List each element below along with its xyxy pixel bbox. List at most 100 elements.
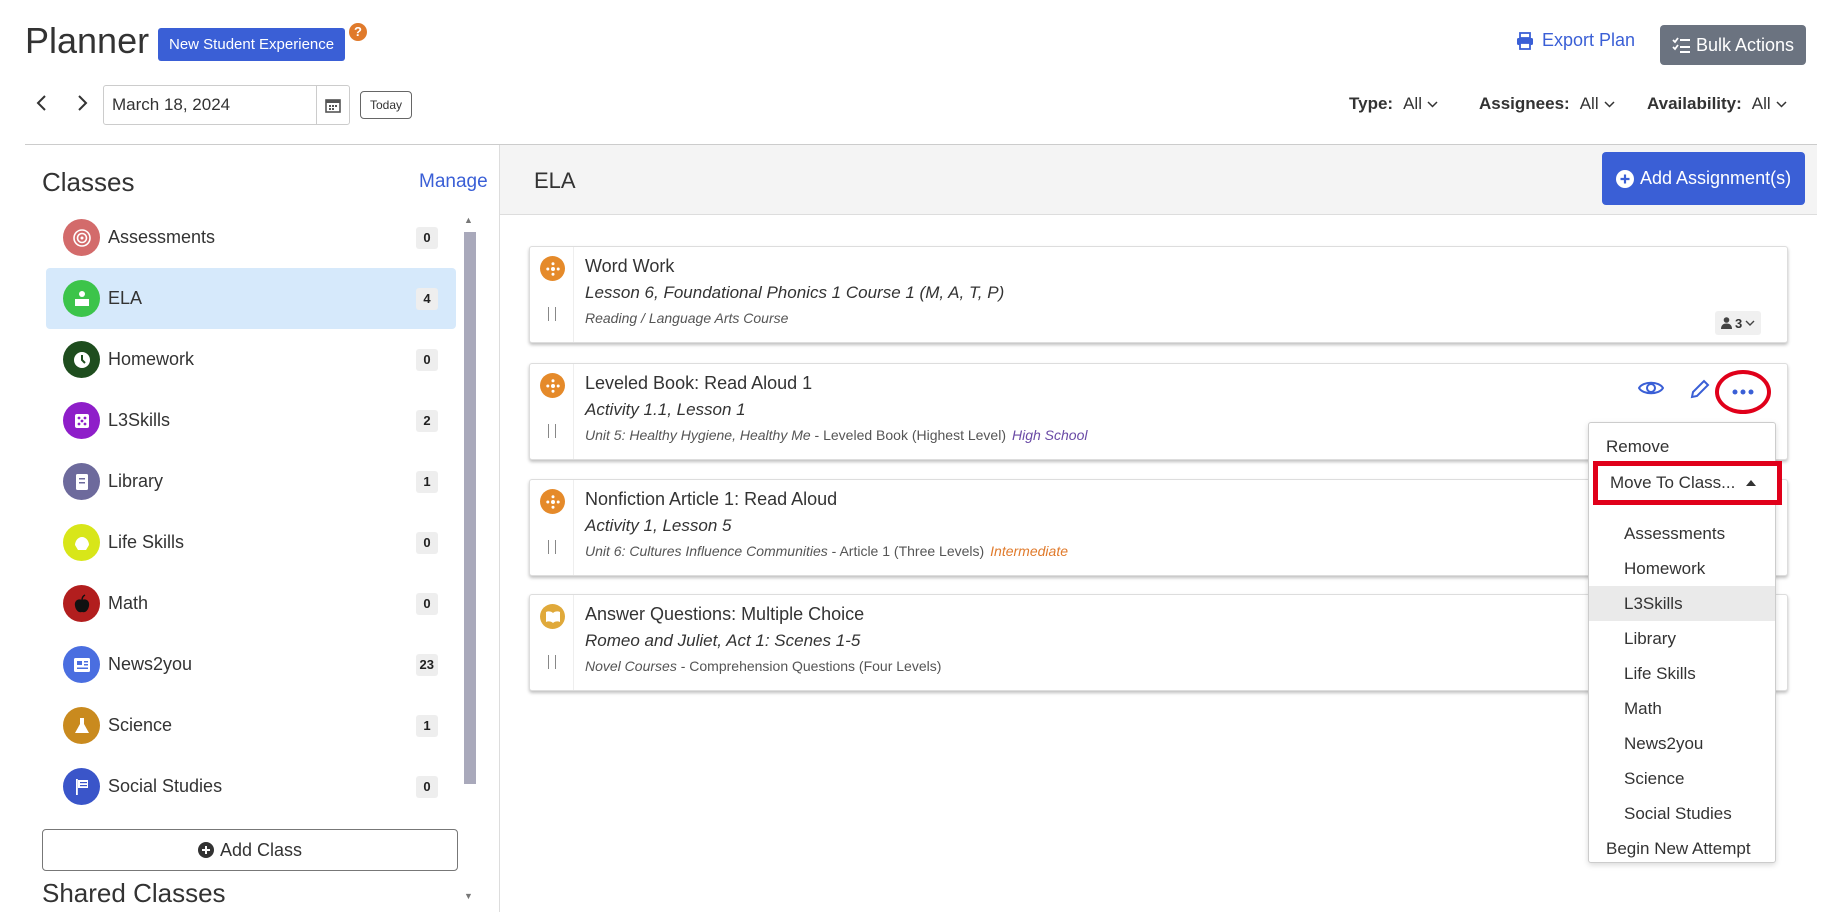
class-item-ela[interactable]: ELA 4 (46, 268, 456, 329)
card-rail (530, 247, 574, 342)
card-level: High School (1012, 427, 1088, 443)
move-target-science[interactable]: Science (1589, 761, 1775, 796)
move-target-library[interactable]: Library (1589, 621, 1775, 656)
move-target-social-studies[interactable]: Social Studies (1589, 796, 1775, 831)
chevron-left-icon (36, 95, 46, 111)
assignees-filter-label: Assignees: (1479, 94, 1570, 113)
class-list-scrollbar[interactable]: ▲ ▼ (462, 211, 476, 912)
move-target-math[interactable]: Math (1589, 691, 1775, 726)
class-count-badge: 0 (416, 226, 438, 249)
scroll-down-icon[interactable]: ▼ (464, 891, 473, 901)
class-name: Assessments (108, 227, 216, 247)
move-target-homework[interactable]: Homework (1589, 551, 1775, 586)
bulk-actions-button[interactable]: Bulk Actions (1660, 25, 1807, 65)
card-title: Answer Questions: Multiple Choice (585, 604, 865, 624)
drag-handle-icon[interactable] (548, 655, 556, 669)
new-student-experience-button[interactable]: New Student Experience (158, 28, 346, 61)
drag-handle-icon[interactable] (548, 540, 556, 554)
card-unit: Unit 5: Healthy Hygiene, Healthy Me (585, 427, 811, 443)
chevron-down-icon (1427, 100, 1438, 108)
move-target-news2you[interactable]: News2you (1589, 726, 1775, 761)
eye-icon (1637, 381, 1665, 395)
card-title: Leveled Book: Read Aloud 1 (585, 373, 813, 393)
flask-icon (63, 707, 100, 744)
prev-date-button[interactable] (35, 92, 47, 118)
book-open-icon (540, 604, 565, 629)
card-course: Novel Courses (585, 658, 677, 674)
clock-icon (63, 341, 100, 378)
classes-title: Classes (42, 167, 135, 197)
availability-filter[interactable]: Availability: All (1647, 94, 1787, 114)
bulk-actions-label: Bulk Actions (1696, 35, 1795, 55)
card-subtitle: Lesson 6, Foundational Phonics 1 Course … (585, 283, 1005, 302)
class-count-badge: 1 (416, 714, 438, 737)
help-icon[interactable]: ? (349, 23, 367, 41)
pencil-icon (1690, 379, 1710, 399)
next-date-button[interactable] (77, 92, 89, 118)
class-item-homework[interactable]: Homework 0 (46, 329, 456, 390)
card-meta: Reading / Language Arts Course (585, 310, 788, 326)
class-item-science[interactable]: Science 1 (46, 695, 456, 756)
assignee-toggle[interactable]: 3 (1715, 311, 1762, 335)
card-subtitle: Activity 1, Lesson 5 (585, 516, 732, 535)
activity-icon (540, 256, 565, 281)
main-title: ELA (534, 168, 576, 193)
class-name: Science (108, 715, 173, 735)
move-target-assessments[interactable]: Assessments (1589, 516, 1775, 551)
export-plan-label: Export Plan (1542, 30, 1636, 50)
scroll-thumb[interactable] (464, 232, 476, 784)
add-assignment-label: Add Assignment(s) (1640, 168, 1792, 188)
drag-handle-icon[interactable] (548, 307, 556, 321)
class-item-news2you[interactable]: News2you 23 (46, 634, 456, 695)
menu-item-remove[interactable]: Remove (1589, 429, 1775, 464)
assignees-filter[interactable]: Assignees: All (1479, 94, 1615, 114)
assignees-filter-value: All (1579, 94, 1599, 113)
class-count-badge: 2 (416, 409, 438, 432)
class-item-assessments[interactable]: Assessments 0 (46, 207, 456, 268)
calendar-button[interactable] (316, 86, 349, 124)
class-item-library[interactable]: Library 1 (46, 451, 456, 512)
more-options-button[interactable] (1715, 370, 1771, 414)
class-item-math[interactable]: Math 0 (46, 573, 456, 634)
scroll-up-icon[interactable]: ▲ (464, 215, 473, 225)
edit-button[interactable] (1689, 378, 1711, 405)
class-item-social-studies[interactable]: Social Studies 0 (46, 756, 456, 817)
card-rail (530, 364, 574, 459)
card-level: Intermediate (990, 543, 1068, 559)
person-icon (1721, 317, 1732, 329)
hands-icon (63, 524, 100, 561)
book-icon (63, 463, 100, 500)
menu-item-move-to-class[interactable]: Move To Class... (1593, 461, 1782, 505)
class-name: L3Skills (108, 410, 171, 430)
preview-button[interactable] (1637, 378, 1665, 403)
card-subtitle: Romeo and Juliet, Act 1: Scenes 1-5 (585, 631, 861, 650)
class-name: ELA (108, 288, 143, 308)
menu-item-begin-new-attempt[interactable]: Begin New Attempt (1589, 831, 1775, 866)
availability-filter-value: All (1751, 94, 1771, 113)
apple-icon (63, 585, 100, 622)
type-filter[interactable]: Type: All (1349, 94, 1438, 114)
chevron-down-icon (1604, 100, 1615, 108)
card-activity-type: - Article 1 (Three Levels) (827, 543, 985, 559)
class-name: Homework (108, 349, 195, 369)
class-item-l3skills[interactable]: L3Skills 2 (46, 390, 456, 451)
class-count-badge: 23 (415, 653, 438, 676)
move-target-l3skills[interactable]: L3Skills (1589, 586, 1775, 621)
add-class-button[interactable]: Add Class (42, 829, 458, 871)
card-meta: Unit 5: Healthy Hygiene, Healthy Me - Le… (585, 427, 1088, 443)
export-plan-button[interactable]: Export Plan (1516, 30, 1635, 51)
calendar-icon (325, 99, 341, 113)
caret-up-icon (1746, 480, 1757, 486)
assignment-card[interactable]: Word Work Lesson 6, Foundational Phonics… (529, 246, 1788, 343)
class-item-life-skills[interactable]: Life Skills 0 (46, 512, 456, 573)
shared-classes-title: Shared Classes (42, 878, 226, 908)
plus-circle-icon (1616, 169, 1634, 188)
move-target-life-skills[interactable]: Life Skills (1589, 656, 1775, 691)
add-assignment-button[interactable]: Add Assignment(s) (1602, 152, 1806, 205)
date-input[interactable]: March 18, 2024 (103, 85, 350, 125)
manage-link[interactable]: Manage (419, 171, 488, 193)
drag-handle-icon[interactable] (548, 424, 556, 438)
page-title: Planner (25, 20, 150, 61)
today-button[interactable]: Today (360, 91, 413, 119)
class-count-badge: 0 (416, 531, 438, 554)
